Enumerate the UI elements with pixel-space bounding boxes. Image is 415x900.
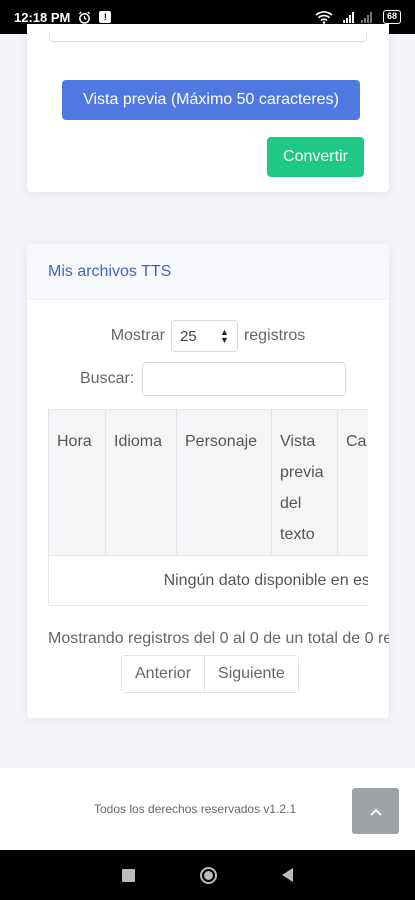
nav-back-icon[interactable] bbox=[281, 868, 293, 882]
message-icon: ! bbox=[99, 11, 112, 23]
select-caret-icon: ▲ ▼ bbox=[220, 327, 229, 345]
card-title: Mis archivos TTS bbox=[48, 262, 172, 280]
convert-button[interactable]: Convertir bbox=[267, 137, 364, 177]
nav-recents-icon[interactable] bbox=[122, 868, 136, 882]
search-label: Buscar: bbox=[80, 370, 135, 387]
length-value: 25 bbox=[179, 327, 197, 345]
scroll-to-top-button[interactable] bbox=[352, 788, 399, 834]
column-header-hora[interactable]: Hora bbox=[48, 409, 106, 556]
footer: Todos los derechos reservados v1.2.1 bbox=[0, 768, 415, 850]
table-row: Ningún dato disponible en esta tabla bbox=[48, 555, 368, 606]
converter-card: Vista previa (Máximo 50 caracteres) Conv… bbox=[27, 24, 389, 192]
search-input[interactable] bbox=[142, 362, 347, 396]
chevron-up-icon bbox=[369, 803, 382, 819]
status-time: 12:18 PM bbox=[14, 9, 71, 25]
files-table: Hora Idioma Personaje Vista previa del t… bbox=[48, 409, 368, 606]
footer-text: Todos los derechos reservados v1.2.1 bbox=[94, 802, 297, 816]
table-info: Mostrando registros del 0 al 0 de un tot… bbox=[48, 630, 389, 647]
files-table-scroll[interactable]: Hora Idioma Personaje Vista previa del t… bbox=[48, 409, 368, 606]
tts-files-card: Mis archivos TTS Mostrar 25 ▲ ▼ registros… bbox=[27, 244, 389, 718]
system-nav-bar bbox=[0, 850, 415, 900]
length-prefix: Mostrar bbox=[110, 327, 165, 344]
wifi-icon bbox=[315, 10, 333, 24]
text-input-edge[interactable] bbox=[49, 34, 367, 42]
card-header: Mis archivos TTS bbox=[27, 244, 389, 300]
nav-home-icon[interactable] bbox=[199, 866, 217, 884]
preview-button[interactable]: Vista previa (Máximo 50 caracteres) bbox=[62, 80, 360, 120]
signal-icon bbox=[341, 11, 375, 24]
empty-table-message: Ningún dato disponible en esta tabla bbox=[48, 555, 368, 606]
column-header-vista-previa[interactable]: Vista previa del texto bbox=[271, 409, 338, 556]
column-header-ca[interactable]: Ca bbox=[337, 409, 368, 556]
battery-icon: 68 bbox=[382, 10, 401, 24]
page-length-select[interactable]: 25 ▲ ▼ bbox=[170, 320, 238, 352]
length-suffix: registros bbox=[243, 327, 306, 344]
next-page-button[interactable]: Siguiente bbox=[204, 656, 298, 692]
alarm-icon bbox=[78, 10, 91, 24]
previous-page-button[interactable]: Anterior bbox=[122, 656, 205, 692]
table-search: Buscar: bbox=[80, 362, 347, 396]
pagination: Anterior Siguiente bbox=[121, 655, 299, 693]
table-length-control: Mostrar 25 ▲ ▼ registros bbox=[27, 320, 389, 352]
column-header-personaje[interactable]: Personaje bbox=[176, 409, 272, 556]
column-header-idioma[interactable]: Idioma bbox=[105, 409, 177, 556]
